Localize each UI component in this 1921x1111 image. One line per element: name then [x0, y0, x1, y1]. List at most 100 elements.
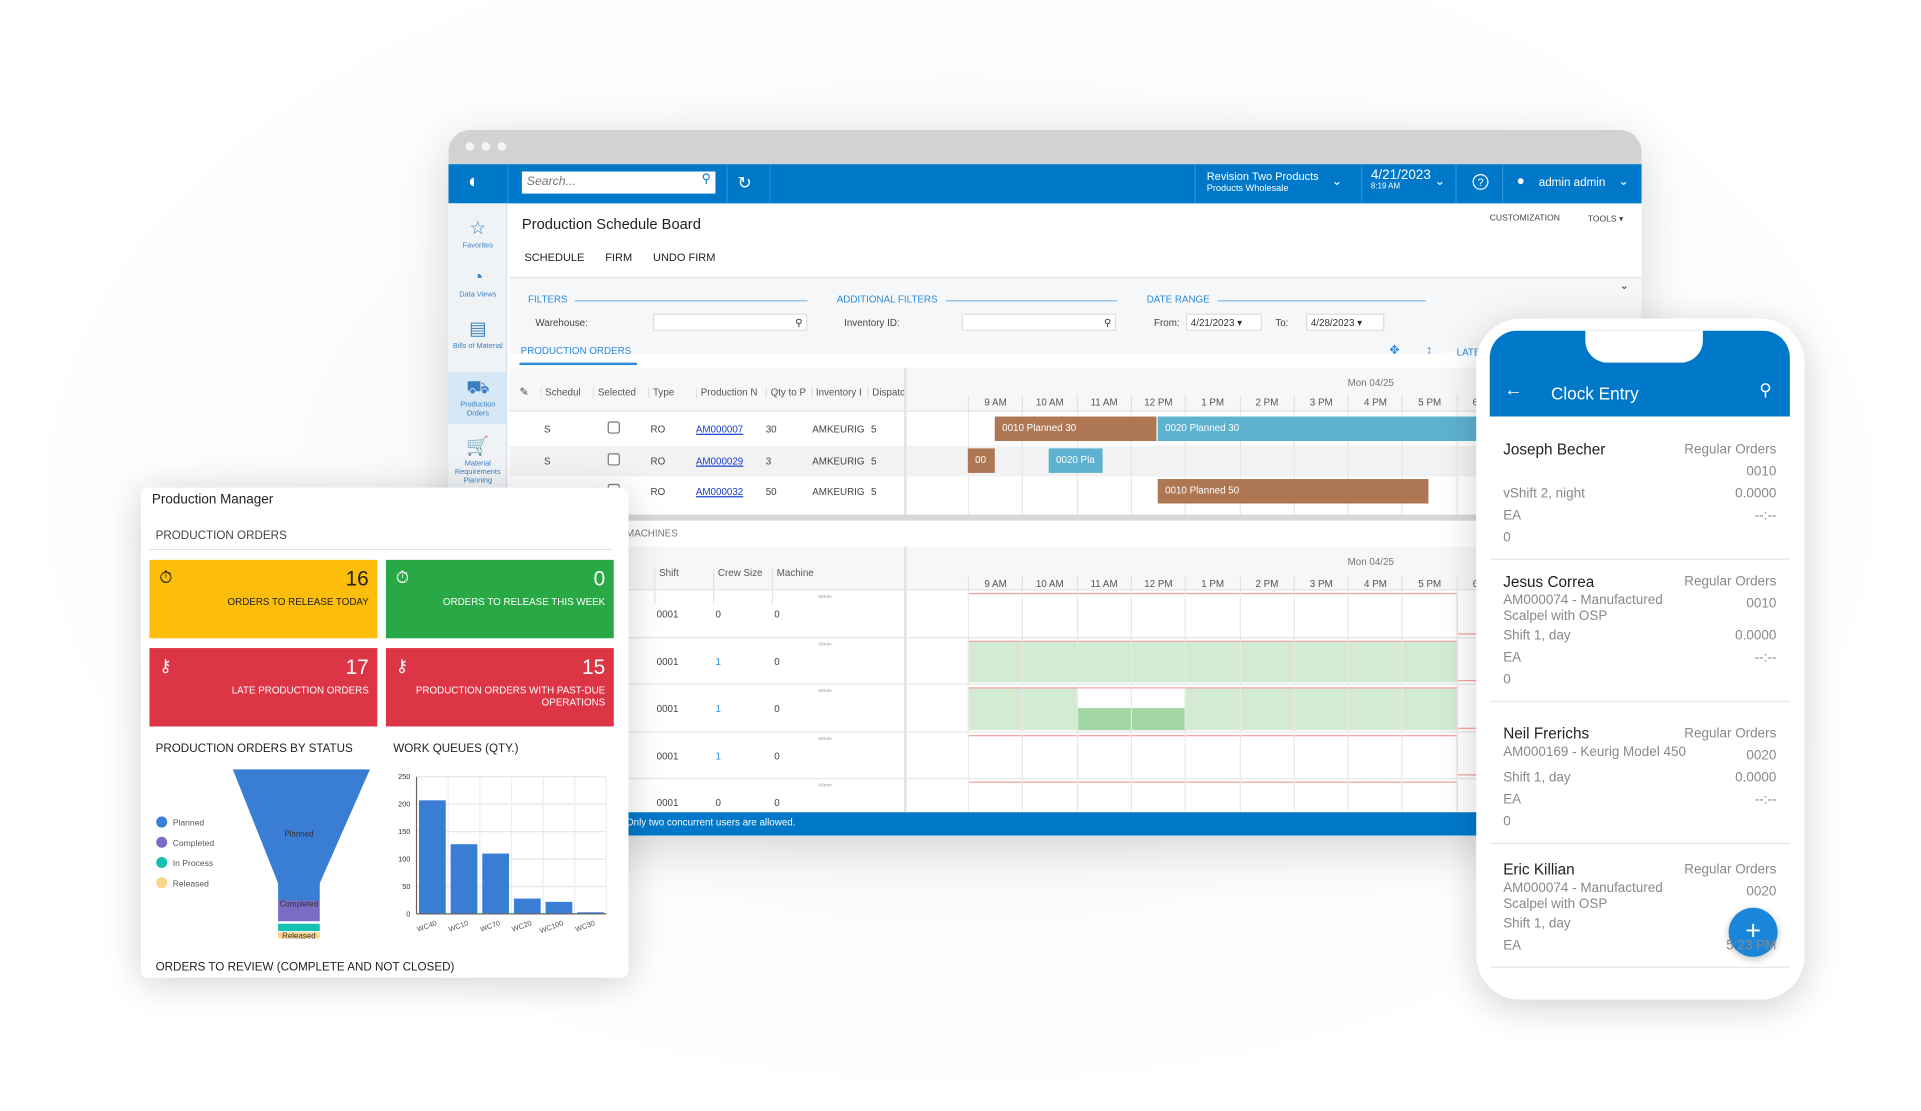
- cell-sched: S: [543, 455, 551, 467]
- sidebar-item-truck[interactable]: ⛟ Production Orders: [448, 372, 508, 424]
- from-date-input[interactable]: 4/21/2023 ▾: [1185, 313, 1262, 331]
- search-placeholder: Search...: [526, 175, 576, 189]
- column-header[interactable]: Production N: [695, 387, 763, 399]
- cell-machine: 0: [774, 798, 780, 810]
- kpi-tile[interactable]: ⚷ 17 LATE PRODUCTION ORDERS: [149, 648, 378, 727]
- clock-entry-card[interactable]: Eric Killian Regular Orders AM000074 - Man…: [1489, 851, 1790, 968]
- to-date-input[interactable]: 4/28/2023 ▾: [1305, 313, 1385, 331]
- back-arrow-icon[interactable]: ←: [1504, 380, 1522, 401]
- clock-entry-card[interactable]: Jesus Correa Regular Orders AM000074 - Man…: [1489, 564, 1790, 702]
- queues-chart-title: WORK QUEUES (QTY.): [393, 742, 519, 756]
- schedule-bar[interactable]: 0010 Planned 30: [994, 416, 1157, 442]
- tab-production-orders[interactable]: PRODUCTION ORDERS: [521, 345, 632, 356]
- schedule-bar[interactable]: 0010 Planned 50: [1157, 479, 1429, 504]
- entry-count: 0: [1503, 814, 1511, 830]
- order-link[interactable]: AM000032: [696, 486, 743, 497]
- resize-vertical-icon[interactable]: ↕: [1426, 344, 1432, 357]
- column-header[interactable]: Crew Size: [713, 567, 772, 604]
- stage: ◐ Search... ⚲ ↻ Revision Two Products Prod…: [0, 0, 1921, 1111]
- fit-icon[interactable]: ✥: [1389, 344, 1399, 357]
- search-icon[interactable]: ⚲: [795, 317, 802, 328]
- date-selector[interactable]: 4/21/2023 8:19 AM: [1371, 168, 1431, 194]
- inventory-input[interactable]: ⚲: [961, 313, 1117, 331]
- hour-header: 1 PM: [1184, 394, 1239, 412]
- column-header[interactable]: Machine: [771, 567, 813, 604]
- search-input[interactable]: Search... ⚲: [521, 171, 716, 194]
- status-funnel-chart: Planned Completed In Process Released Planne…: [156, 769, 370, 940]
- entry-name: Eric Killian: [1503, 861, 1575, 879]
- clock-entry-card[interactable]: Joseph Becher Regular Orders 0010 vShift 2,…: [1489, 431, 1790, 560]
- chevron-down-icon[interactable]: ⌄: [1618, 175, 1628, 188]
- schedule-button[interactable]: SCHEDULE: [524, 251, 584, 263]
- logo-icon[interactable]: ◐: [468, 172, 480, 194]
- window-dot: [481, 142, 491, 151]
- legend-marker: [156, 877, 168, 889]
- sidebar-item-cart[interactable]: 🛒 Material Requirements Planning: [448, 431, 507, 485]
- to-label: To:: [1275, 317, 1289, 329]
- search-icon[interactable]: ⚲: [1759, 380, 1772, 401]
- order-link[interactable]: AM000029: [696, 455, 743, 466]
- customization-link[interactable]: CUSTOMIZATION: [1490, 214, 1560, 223]
- cell-crew: 0: [715, 798, 721, 810]
- bar-WC40: [418, 800, 446, 914]
- window-titlebar: [448, 129, 1642, 165]
- sidebar-item-pie-chart[interactable]: ◔ Data Views: [448, 262, 507, 313]
- help-icon[interactable]: ?: [1472, 173, 1489, 190]
- stopwatch-icon: ⏱: [395, 567, 410, 587]
- kpi-tile[interactable]: ⚷ 15 PRODUCTION ORDERS WITH PAST-DUE OPERA…: [385, 648, 614, 727]
- cell-disp: 5: [871, 423, 877, 435]
- search-icon[interactable]: ⚲: [1104, 317, 1111, 328]
- company-selector[interactable]: Revision Two Products Products Wholesale: [1207, 170, 1319, 195]
- undo-firm-button[interactable]: UNDO FIRM: [653, 251, 715, 263]
- kpi-value: 0: [593, 567, 606, 591]
- column-header[interactable]: Dispatc: [867, 387, 904, 399]
- collapse-chevron-icon[interactable]: ⌄: [1620, 279, 1629, 292]
- cell-shift: 0001: [656, 608, 679, 620]
- column-header[interactable]: Inventory I: [811, 387, 865, 399]
- column-header[interactable]: Type: [648, 387, 691, 399]
- schedule-bar[interactable]: 00: [967, 447, 995, 473]
- funnel-label: Completed: [280, 900, 318, 909]
- kpi-value: 17: [345, 655, 369, 679]
- bar-WC100: [545, 901, 573, 914]
- sidebar-item-label: Bills of Material: [452, 343, 503, 351]
- machines-label: MACHINES: [626, 528, 678, 540]
- column-header[interactable]: Qty to P: [765, 387, 809, 399]
- kpi-tile[interactable]: ⏱ 16 ORDERS TO RELEASE TODAY: [149, 559, 378, 639]
- bar-WC70: [482, 853, 510, 914]
- select-checkbox[interactable]: [607, 452, 620, 465]
- column-header[interactable]: Shift: [654, 567, 713, 604]
- wrench-icon[interactable]: ✎: [519, 386, 528, 399]
- x-tick-label: WC100: [538, 918, 564, 935]
- firm-button[interactable]: FIRM: [605, 251, 632, 263]
- user-menu[interactable]: admin admin: [1539, 176, 1606, 189]
- clock-entry-card[interactable]: Neil Frerichs Regular Orders AM000169 - Ke…: [1489, 715, 1790, 845]
- funnel-segment-in-process: [278, 923, 320, 932]
- kpi-tile[interactable]: ⏱ 0 ORDERS TO RELEASE THIS WEEK: [385, 559, 614, 639]
- hour-header: 10 AM: [1022, 575, 1076, 593]
- entry-uom: EA: [1503, 792, 1522, 808]
- cell-shift: 0001: [656, 750, 679, 762]
- tools-menu[interactable]: TOOLS ▾: [1588, 214, 1624, 225]
- additional-filters-label: ADDITIONAL FILTERS: [836, 294, 938, 306]
- history-icon[interactable]: ↻: [738, 173, 752, 194]
- order-link[interactable]: AM000007: [696, 424, 743, 435]
- select-checkbox[interactable]: [607, 421, 620, 434]
- column-header[interactable]: Schedul: [540, 387, 589, 399]
- sidebar-item-document[interactable]: ▤ Bills of Material: [448, 314, 507, 365]
- y-tick-label: 50: [402, 882, 410, 891]
- sidebar-item-star[interactable]: ☆ Favorites: [448, 213, 507, 264]
- search-icon[interactable]: ⚲: [702, 173, 711, 186]
- warehouse-input[interactable]: ⚲: [652, 313, 808, 331]
- entry-uom: EA: [1503, 508, 1522, 524]
- schedule-bar[interactable]: 0020 Pla: [1048, 447, 1103, 473]
- x-tick-label: WC10: [447, 918, 469, 933]
- column-header[interactable]: Selected: [592, 387, 642, 399]
- entry-type: Regular Orders: [1684, 726, 1777, 742]
- star-icon: ☆: [469, 218, 487, 239]
- hour-header: 1 PM: [1184, 575, 1239, 593]
- chevron-down-icon[interactable]: ⌄: [1332, 175, 1342, 188]
- production-manager-panel: Production Manager PRODUCTION ORDERS PRO…: [140, 487, 629, 978]
- chevron-down-icon[interactable]: ⌄: [1435, 175, 1445, 188]
- entry-count: 0: [1503, 530, 1511, 546]
